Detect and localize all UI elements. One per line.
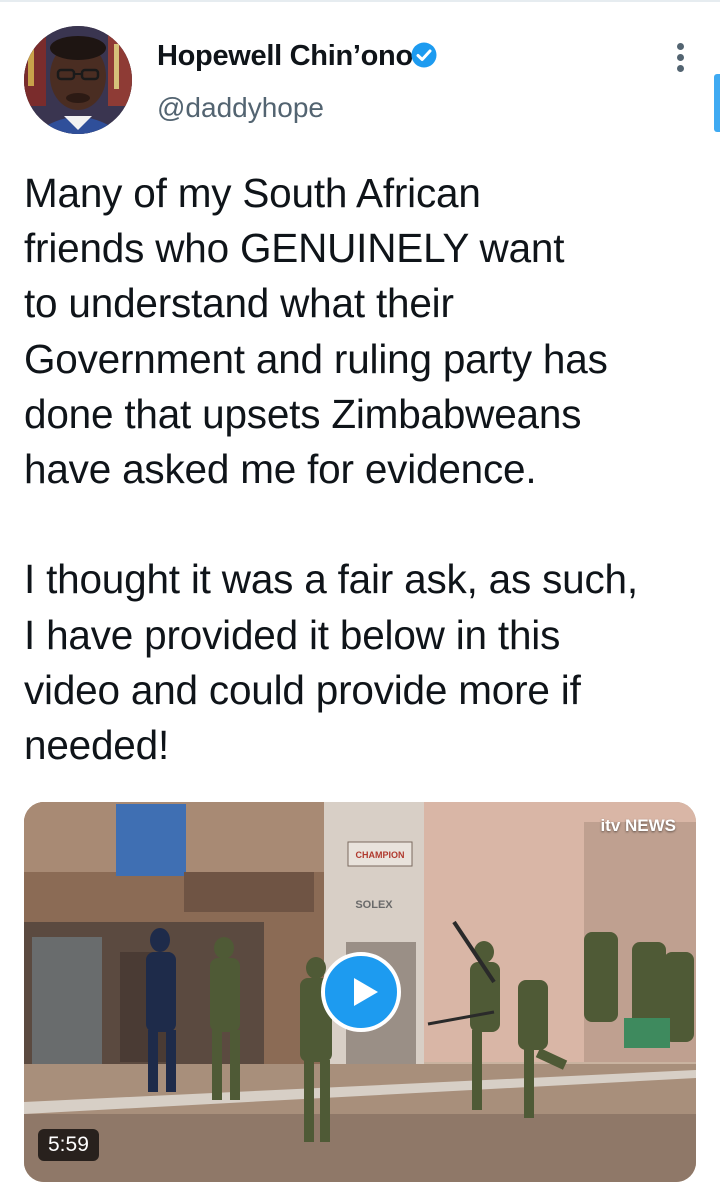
avatar-image: [24, 26, 132, 134]
play-button[interactable]: [321, 952, 401, 1032]
tweet-text: Many of my South African friends who GEN…: [24, 170, 638, 769]
scroll-indicator[interactable]: [714, 74, 720, 132]
more-options-icon[interactable]: [664, 40, 696, 76]
play-icon: [354, 978, 378, 1006]
verified-badge-icon: [411, 42, 437, 68]
author-display-name[interactable]: Hopewell Chin’ono: [157, 40, 413, 73]
avatar[interactable]: [24, 26, 132, 134]
video-player[interactable]: CHAMPION SOLEX itv NEWS 5:59: [24, 802, 696, 1182]
network-logo: itv NEWS: [600, 816, 676, 835]
author-handle[interactable]: @daddyhope: [157, 92, 324, 124]
video-duration-badge: 5:59: [38, 1129, 99, 1161]
sign-solex-text: SOLEX: [355, 899, 393, 911]
sign-champion-text: CHAMPION: [356, 850, 405, 860]
top-divider: [0, 0, 720, 2]
